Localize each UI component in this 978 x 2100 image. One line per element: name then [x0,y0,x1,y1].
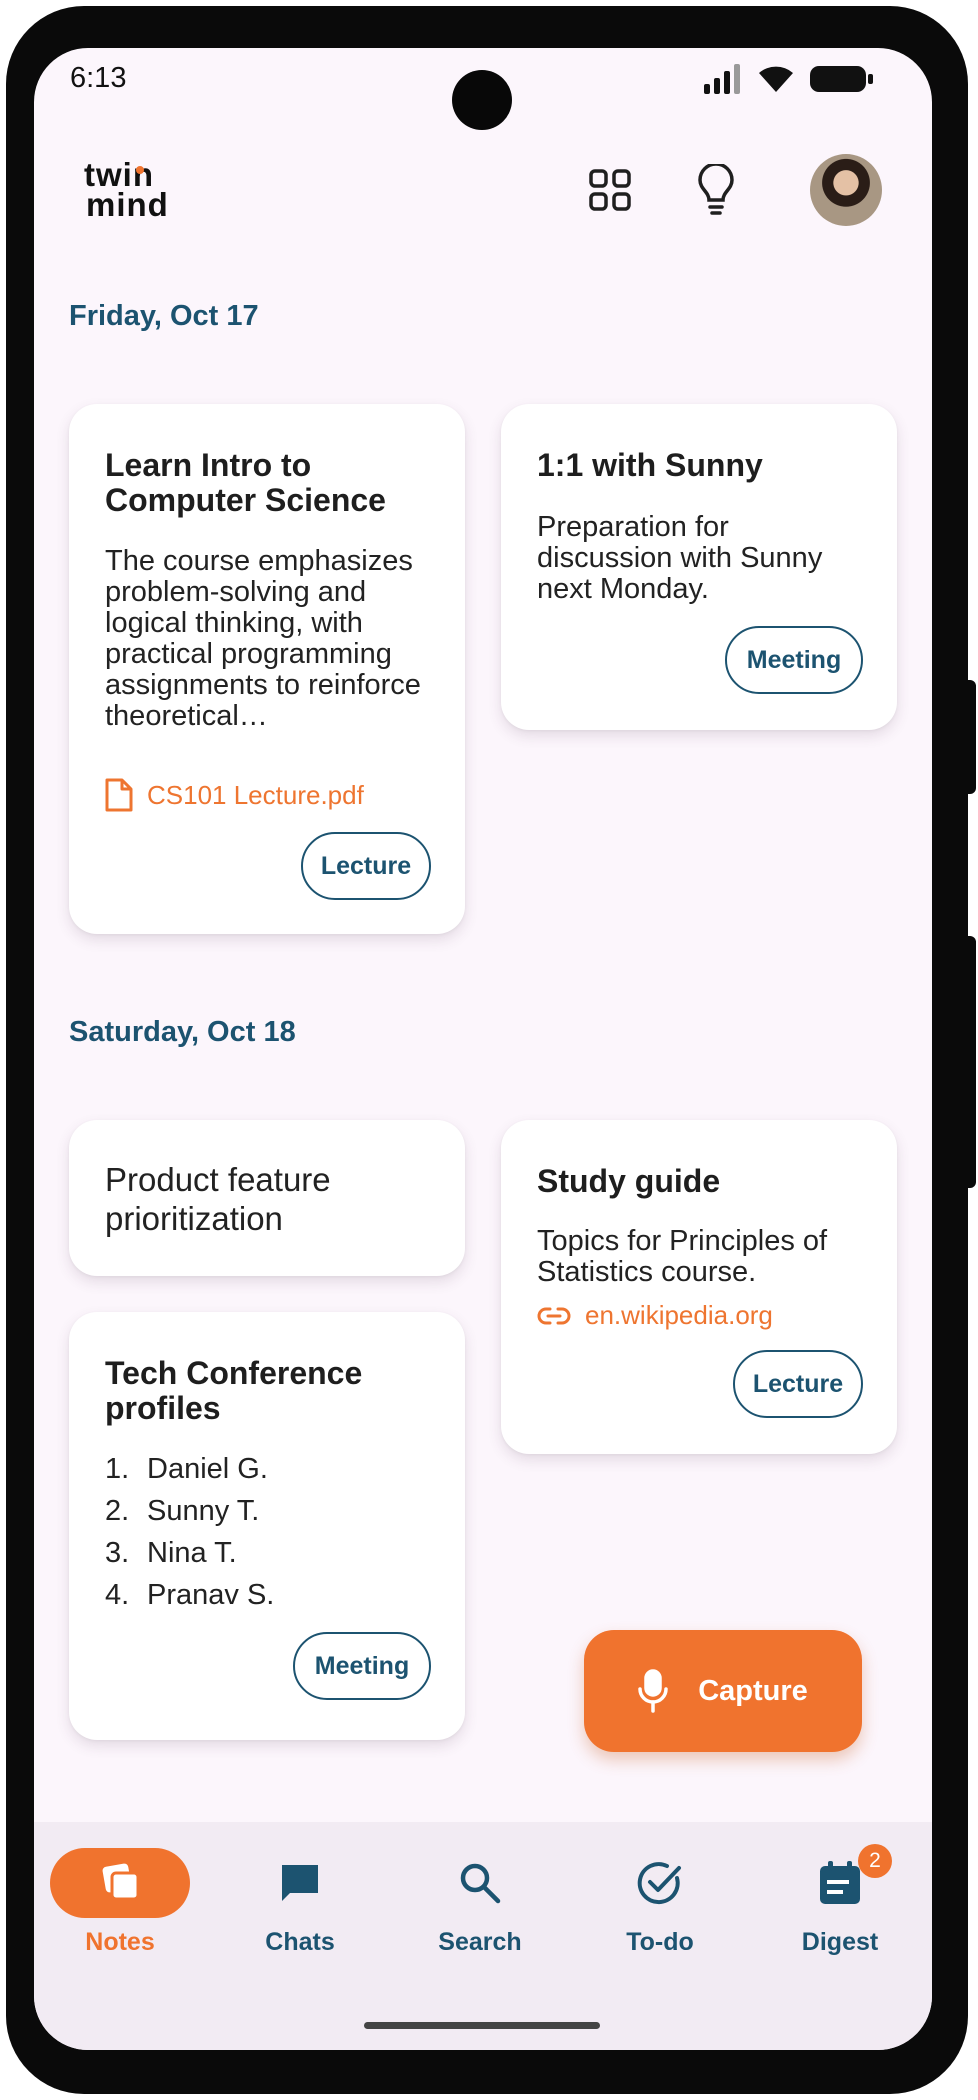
logo-line-2: mind [86,186,169,223]
file-icon [105,778,133,812]
bottom-navigation: Notes Chats Search To-do 2 Digest [34,1822,932,2050]
nav-label: Search [438,1928,522,1956]
note-card-tech-conference[interactable]: Tech Conference profiles 1. Daniel G. 2. S… [69,1312,465,1740]
tag-chip-lecture[interactable]: Lecture [733,1350,863,1418]
logo-dot [136,166,144,174]
grid-view-icon[interactable] [582,162,638,218]
attachment-name: CS101 Lecture.pdf [147,779,364,810]
battery-icon [810,66,873,92]
card-body: Preparation for discussion with Sunny ne… [537,511,823,605]
card-title: Study guide [537,1163,721,1199]
list-item: 2. Sunny T. [105,1495,260,1527]
note-card-intro-cs[interactable]: Learn Intro to Computer Science The cour… [69,404,465,934]
lightbulb-icon[interactable] [688,160,744,220]
wifi-icon [759,66,793,92]
card-title: Tech Conference profiles [105,1355,363,1426]
status-icons [704,64,874,94]
attachment-link[interactable]: CS101 Lecture.pdf [105,778,364,812]
tag-chip-lecture[interactable]: Lecture [301,832,431,900]
tag-chip-meeting[interactable]: Meeting [725,626,863,694]
nav-label: Digest [801,1928,879,1956]
app-screen: 6:13 twin mind Friday, Oct 17 Learn Intr… [34,48,932,2050]
nav-icon-container [230,1848,370,1918]
capture-button[interactable]: Capture [584,1630,862,1752]
link-icon [537,1307,571,1324]
note-card-product-prioritization[interactable]: Product feature prioritization [69,1120,465,1276]
nav-label: Notes [85,1928,155,1956]
tag-chip-meeting[interactable]: Meeting [293,1632,431,1700]
status-bar: 6:13 [34,48,932,130]
signal-icon [704,64,740,94]
list-item: 1. Daniel G. [105,1453,268,1485]
list-item: 4. Pranav S. [105,1579,275,1611]
search-icon [460,1863,501,1904]
attachment-link[interactable]: en.wikipedia.org [537,1300,773,1331]
attachment-name: en.wikipedia.org [585,1300,773,1330]
front-camera [452,70,512,130]
notes-icon [102,1863,140,1901]
card-title: Product feature prioritization [105,1161,331,1237]
power-button [966,936,976,1188]
profile-list: 1. Daniel G. 2. Sunny T. 3. Nina T. 4. Prana… [105,1448,274,1616]
volume-button [966,680,976,794]
date-header-1: Friday, Oct 17 [69,300,259,332]
nav-label: To-do [626,1928,694,1956]
date-header-2: Saturday, Oct 18 [69,1016,296,1048]
note-card-study-guide[interactable]: Study guide Topics for Principles of Sta… [501,1120,897,1454]
nav-active-indicator [50,1848,190,1918]
home-indicator[interactable] [364,2022,600,2029]
nav-icon-container [590,1848,730,1918]
nav-label: Chats [265,1928,335,1956]
digest-icon [820,1861,860,1904]
card-title: Learn Intro to Computer Science [105,447,386,518]
card-title: 1:1 with Sunny [537,447,763,483]
card-body: The course emphasizes problem-solving an… [105,545,421,732]
capture-label: Capture [698,1674,808,1707]
status-time: 6:13 [70,62,127,94]
microphone-icon [638,1669,668,1713]
chat-icon [282,1865,318,1901]
notification-badge: 2 [858,1844,892,1878]
card-body: Topics for Principles of Statistics cour… [537,1225,828,1288]
note-card-1on1-sunny[interactable]: 1:1 with Sunny Preparation for discussio… [501,404,897,730]
twinmind-logo[interactable]: twin mind [84,158,204,224]
todo-check-icon [637,1862,681,1905]
user-avatar[interactable] [810,154,882,226]
list-item: 3. Nina T. [105,1537,237,1569]
nav-icon-container [410,1848,550,1918]
